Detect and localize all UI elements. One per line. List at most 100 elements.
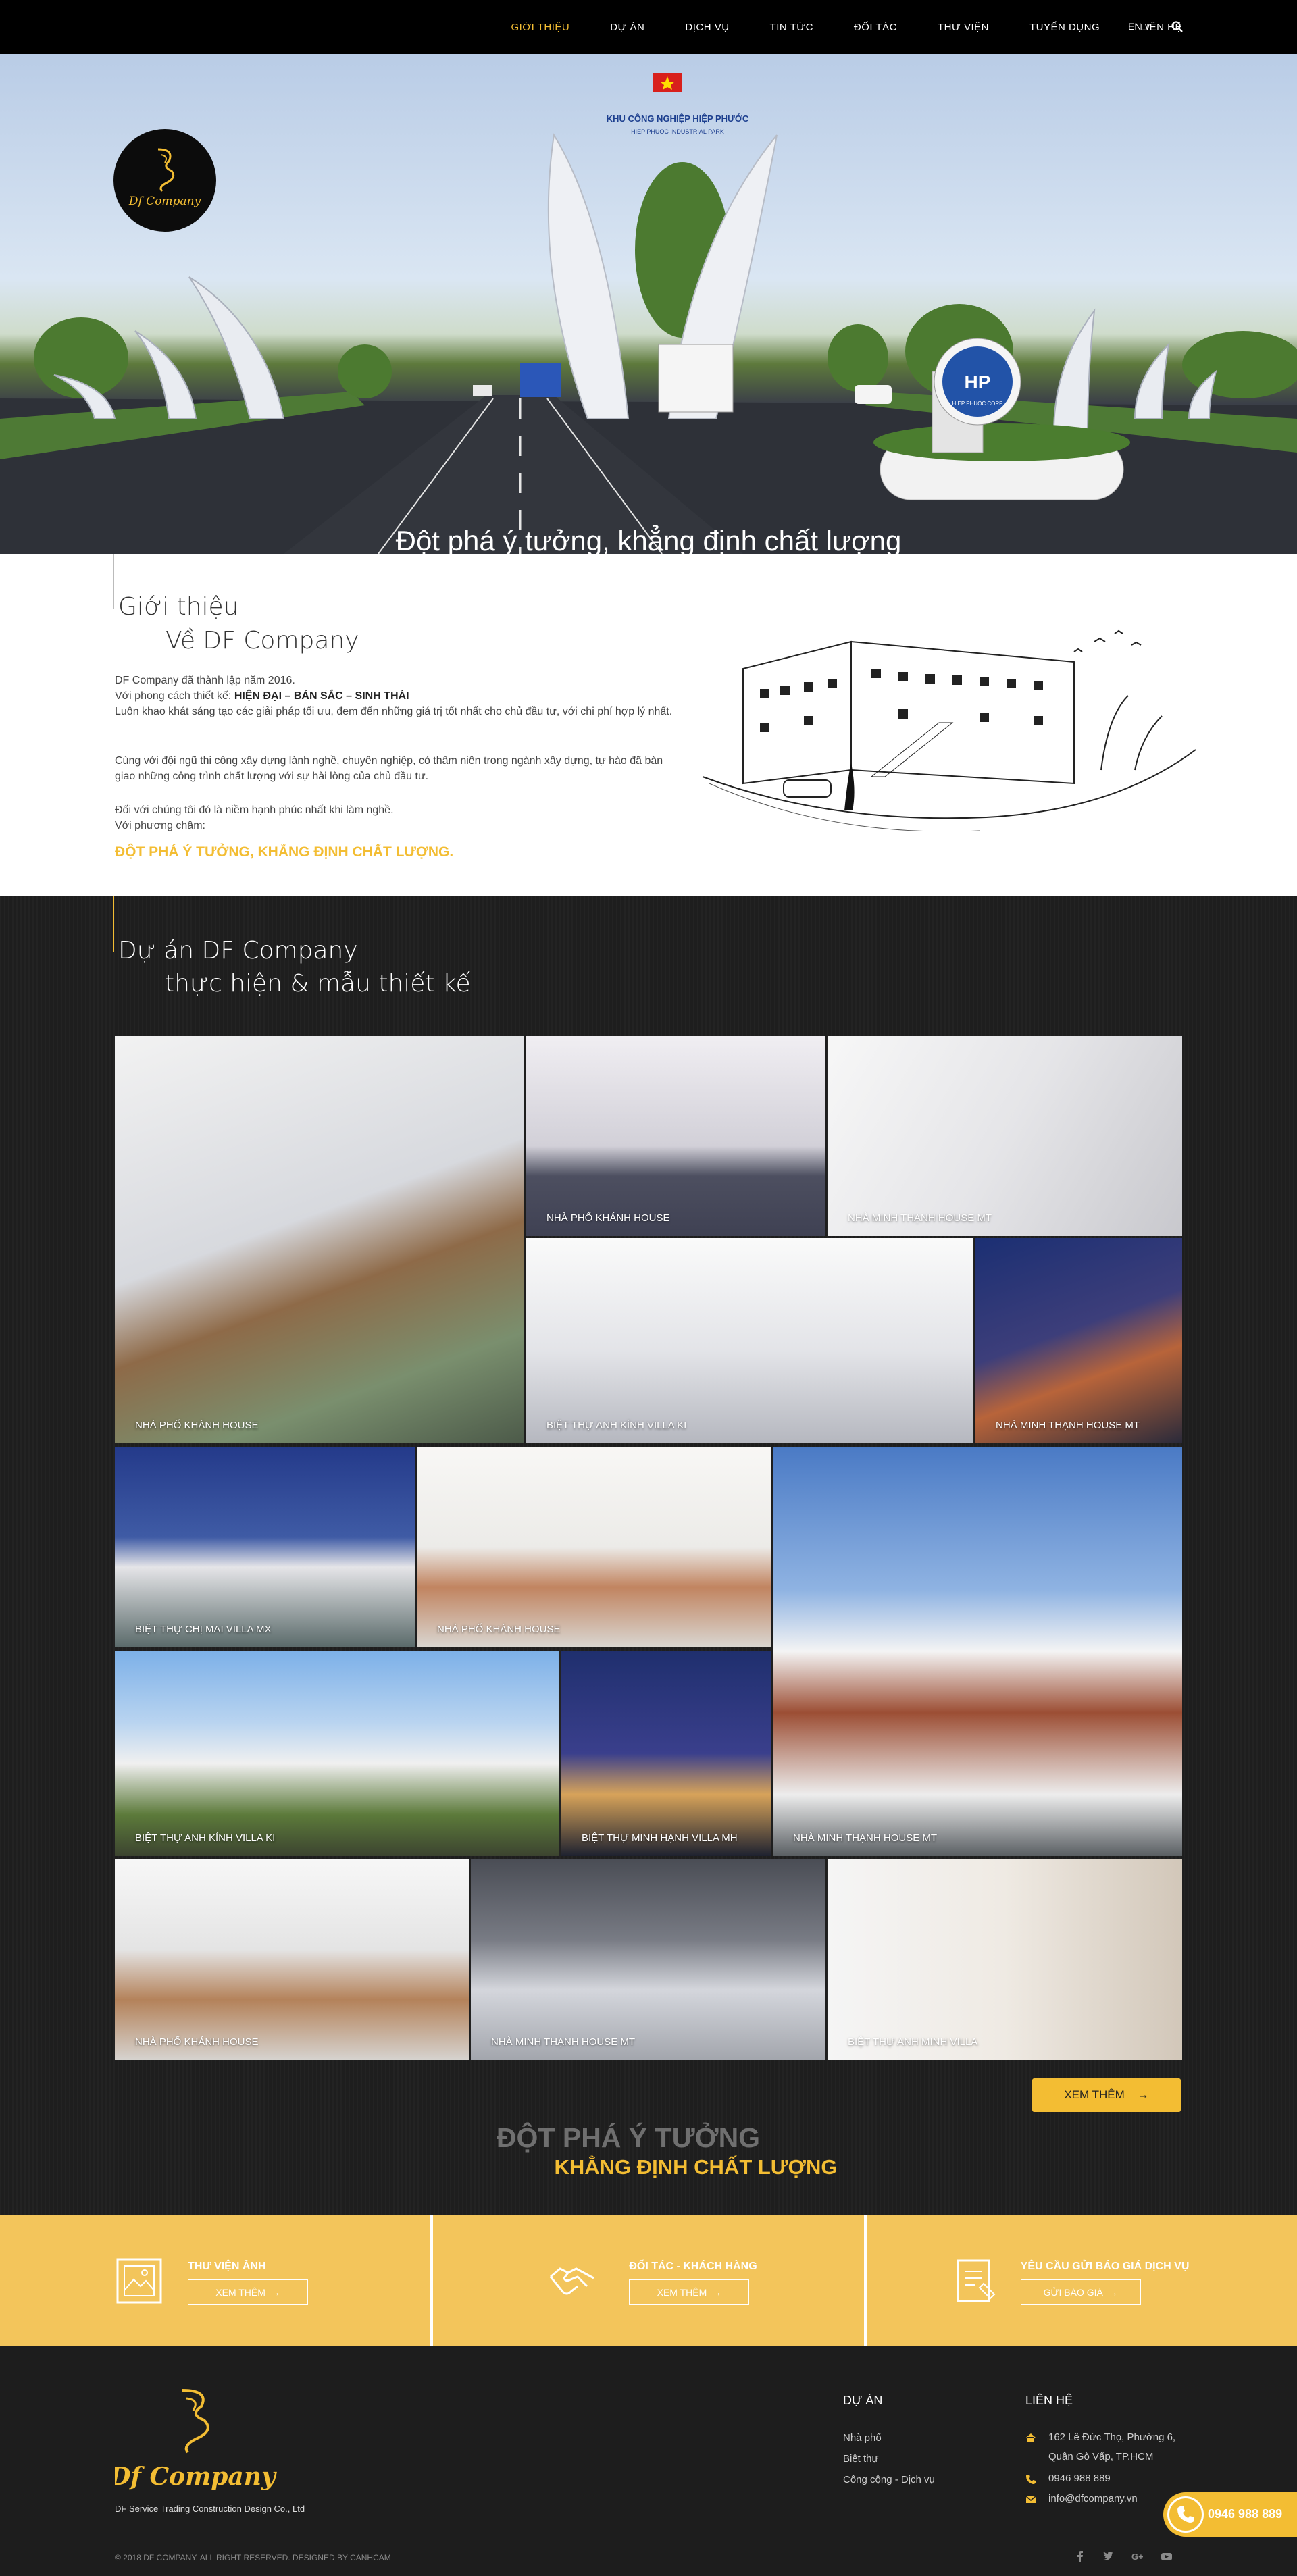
nav-item-thu-vien[interactable]: THƯ VIỆN (938, 22, 989, 33)
projects-slogan-line1: ĐỘT PHÁ Ý TƯỞNG (496, 2122, 761, 2153)
nav-item-gioi-thieu[interactable]: GIỚI THIỆU (511, 22, 569, 33)
projects-slogan-line2: KHẲNG ĐỊNH CHẤT LƯỢNG (554, 2155, 838, 2179)
footer-logo[interactable]: Df Company DF Service Trading Constructi… (115, 2384, 345, 2519)
nav-item-tuyen-dung[interactable]: TUYỂN DỤNG (1029, 22, 1100, 33)
footer-email[interactable]: info@dfcompany.vn (1048, 2493, 1138, 2504)
footer-address-line2: Quận Gò Vấp, TP.HCM (1048, 2451, 1154, 2463)
search-icon[interactable] (1171, 20, 1184, 34)
floating-phone-number: 0946 988 889 (1208, 2507, 1283, 2521)
project-tile[interactable]: NHÀ PHỐ KHÁNH HOUSE (417, 1447, 771, 1647)
project-tile[interactable]: NHÀ MINH THẠNH HOUSE MT (471, 1859, 825, 2060)
cta-partners-button[interactable]: XEM THÊM → (629, 2279, 750, 2305)
intro-text-founded: DF Company đã thành lập năm 2016. (115, 675, 295, 686)
project-tile[interactable]: NHÀ PHỐ KHÁNH HOUSE (526, 1036, 825, 1236)
arrow-right-icon: → (270, 2287, 280, 2298)
arrow-right-icon: → (1137, 2088, 1149, 2101)
intro-text-happiness: Đối với chúng tôi đó là niềm hạnh phúc n… (115, 804, 394, 816)
project-tile-caption: NHÀ MINH THẠNH HOUSE MT (848, 1212, 992, 1224)
project-tile[interactable]: NHÀ PHỐ KHÁNH HOUSE (115, 1859, 469, 2060)
project-tile[interactable]: BIỆT THỰ ANH KÍNH VILLA KI (115, 1651, 559, 1856)
svg-text:DF Service Trading Constructio: DF Service Trading Construction Design C… (115, 2504, 305, 2514)
intro-text-mission: Luôn khao khát sáng tạo các giải pháp tố… (115, 706, 673, 717)
cta-partners-label: ĐỐI TÁC - KHÁCH HÀNG (629, 2261, 757, 2272)
park-sign-subtext: HIEP PHUOC INDUSTRIAL PARK (631, 128, 724, 135)
footer: Df Company DF Service Trading Constructi… (0, 2346, 1297, 2576)
arrow-right-icon: → (1108, 2287, 1118, 2298)
intro-text-team: Cùng với đội ngũ thi công xây dựng lành … (115, 755, 663, 782)
top-navbar: GIỚI THIỆU DỰ ÁN DỊCH VỤ TIN TỨC ĐỐI TÁC… (0, 0, 1297, 54)
project-tile-caption: BIỆT THỰ MINH HẠNH VILLA MH (582, 1832, 738, 1844)
project-tile[interactable]: BIỆT THỰ ANH MINH VILLA (828, 1859, 1182, 2060)
project-tile[interactable]: BIỆT THỰ MINH HẠNH VILLA MH (561, 1651, 771, 1856)
hero-slider: KHU CÔNG NGHIỆP HIỆP PHƯỚC HIEP PHUOC IN… (0, 54, 1297, 554)
page: GIỚI THIỆU DỰ ÁN DỊCH VỤ TIN TỨC ĐỐI TÁC… (0, 0, 1297, 2576)
project-tile[interactable]: NHÀ MINH THẠNH HOUSE MT (773, 1447, 1182, 1856)
project-tile-caption: BIỆT THỰ ANH KÍNH VILLA KI (546, 1420, 687, 1431)
intro-text-style: Với phong cách thiết kế: HIỆN ĐẠI – BẢN … (115, 690, 409, 702)
hp-logo-text: HP (965, 371, 991, 392)
main-menu: GIỚI THIỆU DỰ ÁN DỊCH VỤ TIN TỨC ĐỐI TÁC… (470, 0, 1182, 54)
intro-subtitle: Về DF Company (166, 627, 359, 654)
footer-address-line1: 162 Lê Đức Thọ, Phường 6, (1048, 2431, 1176, 2443)
svg-text:G+: G+ (1131, 2552, 1143, 2562)
project-tile-caption: NHÀ PHỐ KHÁNH HOUSE (546, 1212, 670, 1224)
intro-title: Giới thiệu (118, 593, 239, 621)
project-tile[interactable]: NHÀ MINH THẠNH HOUSE MT (828, 1036, 1182, 1236)
projects-subtitle: thực hiện & mẫu thiết kế (165, 970, 471, 998)
project-tile-caption: BIỆT THỰ CHỊ MAI VILLA MX (135, 1624, 272, 1635)
footer-contact-title: LIÊN HỆ (1025, 2394, 1073, 2407)
project-tile[interactable]: BIỆT THỰ ANH KÍNH VILLA KI (526, 1238, 973, 1443)
project-tile-caption: NHÀ PHỐ KHÁNH HOUSE (135, 1420, 259, 1431)
arrow-right-icon: → (712, 2287, 722, 2298)
cta-quote-button[interactable]: GỬI BÁO GIÁ → (1020, 2279, 1141, 2305)
building-sketch-image (702, 629, 1196, 831)
intro-text-motto: Với phương châm: (115, 820, 205, 831)
svg-text:Df Company: Df Company (115, 2463, 277, 2491)
quote-document-icon (957, 2259, 996, 2302)
cta-gallery-label: THƯ VIỆN ẢNH (188, 2261, 266, 2272)
project-tile[interactable]: NHÀ PHỐ KHÁNH HOUSE (115, 1036, 524, 1443)
image-icon (116, 2258, 162, 2304)
nav-item-doi-tac[interactable]: ĐỐI TÁC (854, 22, 897, 33)
project-tile-caption: NHÀ PHỐ KHÁNH HOUSE (135, 2036, 259, 2048)
email-icon (1025, 2496, 1036, 2503)
footer-link-biet-thu[interactable]: Biệt thự (843, 2453, 879, 2465)
cta-partners: ĐỐI TÁC - KHÁCH HÀNG XEM THÊM → (433, 2215, 867, 2346)
park-sign-text: KHU CÔNG NGHIỆP HIỆP PHƯỚC (607, 113, 749, 124)
facebook-icon[interactable] (1074, 2550, 1086, 2562)
hp-corp-text: HIEP PHUOC CORP (952, 401, 1003, 407)
company-logo[interactable]: Df Company (113, 129, 216, 232)
cta-quote-label: YÊU CẦU GỬI BÁO GIÁ DỊCH VỤ (1020, 2261, 1190, 2272)
handshake-icon (550, 2267, 595, 2295)
footer-projects-title: DỰ ÁN (843, 2394, 883, 2407)
google-plus-icon[interactable]: G+ (1131, 2550, 1143, 2562)
cta-bar: THƯ VIỆN ẢNH XEM THÊM → ĐỐI TÁC - KHÁCH … (0, 2215, 1297, 2346)
project-tile-caption: NHÀ MINH THẠNH HOUSE MT (491, 2036, 636, 2048)
nav-item-du-an[interactable]: DỰ ÁN (610, 22, 644, 33)
intro-slogan: ĐỘT PHÁ Ý TƯỞNG, KHẲNG ĐỊNH CHẤT LƯỢNG. (115, 844, 454, 860)
project-tile-caption: NHÀ MINH THẠNH HOUSE MT (996, 1420, 1140, 1431)
projects-title: Dự án DF Company (118, 937, 358, 964)
title-accent-line (113, 896, 114, 952)
svg-text:Df Company: Df Company (128, 195, 201, 208)
intro-section: Giới thiệu Về DF Company DF Company đã t… (0, 554, 1297, 896)
footer-link-nha-pho[interactable]: Nhà phố (843, 2432, 882, 2444)
projects-section: Dự án DF Company thực hiện & mẫu thiết k… (0, 896, 1297, 2248)
view-more-button[interactable]: XEM THÊM → (1032, 2078, 1181, 2112)
title-accent-line (113, 554, 114, 609)
project-tile[interactable]: NHÀ MINH THẠNH HOUSE MT (975, 1238, 1182, 1443)
nav-item-tin-tuc[interactable]: TIN TỨC (770, 22, 813, 33)
youtube-icon[interactable] (1161, 2550, 1173, 2562)
floating-call-button[interactable]: 0946 988 889 (1163, 2492, 1297, 2537)
footer-phone[interactable]: 0946 988 889 (1048, 2473, 1111, 2484)
copyright: © 2018 DF Company. ALL RIGHT RESERVED. D… (115, 2553, 391, 2562)
home-icon (1026, 2433, 1036, 2442)
footer-link-cong-cong[interactable]: Công cộng - Dịch vụ (843, 2474, 935, 2485)
cta-gallery-button[interactable]: XEM THÊM → (188, 2279, 308, 2305)
language-switcher[interactable]: EN ∨ (1128, 21, 1151, 32)
project-tile-caption: NHÀ MINH THẠNH HOUSE MT (793, 1832, 938, 1844)
twitter-icon[interactable] (1102, 2550, 1115, 2562)
project-tile[interactable]: BIỆT THỰ CHỊ MAI VILLA MX (115, 1447, 415, 1647)
nav-item-dich-vu[interactable]: DỊCH VỤ (685, 22, 729, 33)
cta-quote: YÊU CẦU GỬI BÁO GIÁ DỊCH VỤ GỬI BÁO GIÁ … (867, 2215, 1297, 2346)
